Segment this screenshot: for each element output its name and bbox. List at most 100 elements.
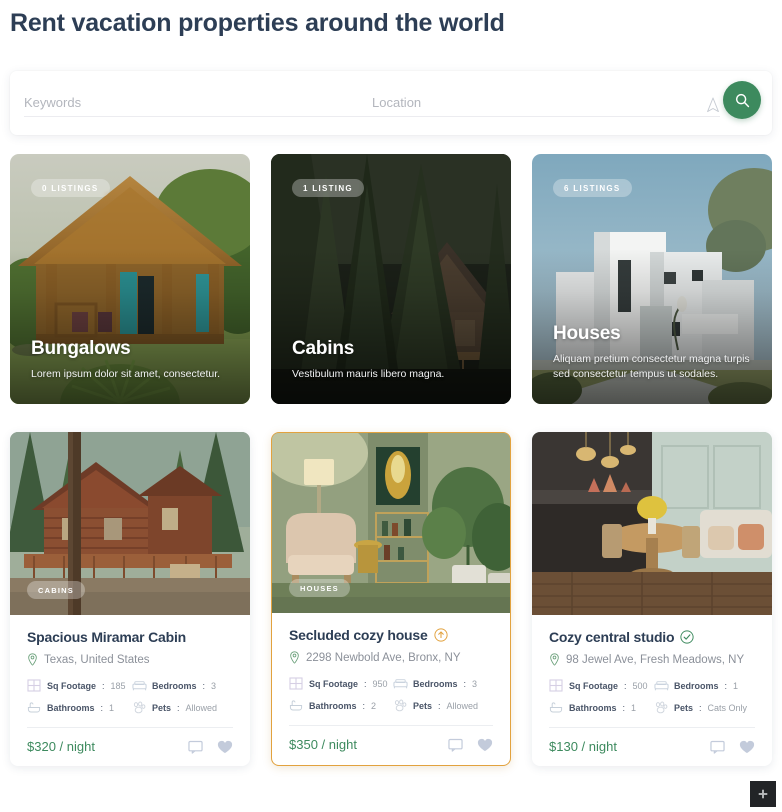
- listing-image[interactable]: [532, 432, 772, 615]
- listing-address-row: Texas, United States: [27, 653, 233, 666]
- location-field[interactable]: [372, 91, 720, 117]
- paw-icon: [654, 701, 668, 714]
- listing-image[interactable]: CABINS: [10, 432, 250, 615]
- feature-bedrooms: Bedrooms: 1: [654, 679, 755, 692]
- keywords-field[interactable]: [24, 91, 372, 117]
- search-input-keywords[interactable]: [24, 91, 372, 113]
- bed-icon: [132, 679, 147, 692]
- category-text-block: Bungalows Lorem ipsum dolor sit amet, co…: [31, 338, 234, 382]
- listing-footer: $320 / night: [27, 727, 233, 754]
- feature-value: 1: [733, 680, 739, 691]
- listing-address-row: 98 Jewel Ave, Fresh Meadows, NY: [549, 653, 755, 666]
- search-button[interactable]: [723, 81, 761, 119]
- featured-arrow-icon: [433, 628, 448, 642]
- feature-value: 3: [211, 680, 217, 691]
- listing-features: Sq Footage: 185 Bedrooms: 3 Bathrooms: …: [27, 679, 233, 714]
- feature-label: Pets: [674, 702, 694, 713]
- feature-label: Sq Footage: [47, 680, 96, 691]
- listing-body: Secluded cozy house 2298 Newbold Ave, Br…: [272, 613, 510, 764]
- feature-label: Bathrooms: [309, 700, 357, 711]
- chat-bubble-icon[interactable]: [188, 740, 203, 754]
- listing-price: $350 / night: [289, 737, 357, 752]
- feature-value: 185: [110, 680, 126, 691]
- feature-pets: Pets: Allowed: [132, 701, 233, 714]
- category-listing-count: 6 LISTINGS: [553, 179, 632, 197]
- bed-icon: [393, 677, 408, 690]
- listing-actions: [448, 738, 493, 752]
- listing-title: Cozy central studio: [549, 629, 675, 645]
- feature-value: Cats Only: [707, 702, 748, 713]
- listing-image[interactable]: HOUSES: [272, 433, 510, 613]
- category-description: Vestibulum mauris libero magna.: [292, 367, 445, 380]
- listing-title-row: Cozy central studio: [549, 629, 755, 645]
- feature-value: 500: [632, 680, 648, 691]
- feature-pets: Pets: Cats Only: [654, 701, 755, 714]
- listing-card-featured[interactable]: HOUSES Secluded cozy house 2298 Newbold …: [271, 432, 511, 766]
- feature-bathrooms: Bathrooms: 1: [549, 701, 650, 714]
- listing-category-badge: HOUSES: [289, 579, 350, 597]
- map-pin-icon: [27, 653, 38, 666]
- paw-icon: [132, 701, 146, 714]
- feature-sq-footage: Sq Footage: 185: [27, 679, 128, 692]
- chat-bubble-icon[interactable]: [448, 738, 463, 752]
- listing-card[interactable]: CABINS Spacious Miramar Cabin Texas, Uni…: [10, 432, 250, 766]
- chat-bubble-icon[interactable]: [710, 740, 725, 754]
- navigation-arrow-icon[interactable]: [706, 97, 720, 113]
- feature-bathrooms: Bathrooms: 1: [27, 701, 128, 714]
- category-description: Lorem ipsum dolor sit amet, consectetur.: [31, 367, 221, 380]
- category-text-block: Houses Aliquam pretium consectetur magna…: [553, 323, 756, 382]
- search-panel: [10, 71, 772, 135]
- feature-bedrooms: Bedrooms: 3: [132, 679, 233, 692]
- listing-features: Sq Footage: 950 Bedrooms: 3 Bathrooms: …: [289, 677, 493, 712]
- map-pin-icon: [289, 651, 300, 664]
- listing-address: 98 Jewel Ave, Fresh Meadows, NY: [566, 653, 745, 666]
- category-listing-count: 1 LISTING: [292, 179, 364, 197]
- favorite-heart-icon[interactable]: [477, 738, 493, 752]
- listing-price: $130 / night: [549, 739, 617, 754]
- listing-address: 2298 Newbold Ave, Bronx, NY: [306, 651, 461, 664]
- feature-sq-footage: Sq Footage: 950: [289, 677, 389, 690]
- listing-title-row: Spacious Miramar Cabin: [27, 629, 233, 645]
- listing-price: $320 / night: [27, 739, 95, 754]
- listing-card[interactable]: Cozy central studio 98 Jewel Ave, Fresh …: [532, 432, 772, 766]
- feature-value: 2: [371, 700, 377, 711]
- listing-title: Spacious Miramar Cabin: [27, 629, 186, 645]
- category-description: Aliquam pretium consectetur magna turpis…: [553, 352, 750, 380]
- feature-label: Bedrooms: [152, 680, 197, 691]
- feature-pets: Pets: Allowed: [393, 699, 493, 712]
- floorplan-icon: [27, 679, 41, 692]
- search-input-location[interactable]: [372, 91, 720, 113]
- category-text-block: Cabins Vestibulum mauris libero magna.: [292, 338, 495, 382]
- feature-bathrooms: Bathrooms: 2: [289, 699, 389, 712]
- category-listing-count: 0 LISTINGS: [31, 179, 110, 197]
- feature-label: Bathrooms: [569, 702, 617, 713]
- listing-category-badge: CABINS: [27, 581, 85, 599]
- bathtub-icon: [549, 701, 563, 714]
- feature-label: Pets: [152, 702, 172, 713]
- listing-footer: $350 / night: [289, 725, 493, 752]
- listing-body: Cozy central studio 98 Jewel Ave, Fresh …: [532, 615, 772, 766]
- listing-actions: [710, 740, 755, 754]
- feature-value: 3: [472, 678, 478, 689]
- feature-label: Bedrooms: [674, 680, 719, 691]
- category-name: Houses: [553, 322, 621, 344]
- feature-value: Allowed: [446, 700, 479, 711]
- feature-value: 1: [631, 702, 637, 713]
- category-card-bungalows[interactable]: 0 LISTINGS Bungalows Lorem ipsum dolor s…: [10, 154, 250, 404]
- bathtub-icon: [289, 699, 303, 712]
- listing-features: Sq Footage: 500 Bedrooms: 1 Bathrooms: …: [549, 679, 755, 714]
- category-name: Bungalows: [31, 337, 131, 359]
- feature-label: Pets: [413, 700, 433, 711]
- category-card-row: 0 LISTINGS Bungalows Lorem ipsum dolor s…: [10, 154, 772, 404]
- category-name: Cabins: [292, 337, 355, 359]
- favorite-heart-icon[interactable]: [217, 740, 233, 754]
- category-card-houses[interactable]: 6 LISTINGS Houses Aliquam pretium consec…: [532, 154, 772, 404]
- listing-actions: [188, 740, 233, 754]
- listing-card-row: CABINS Spacious Miramar Cabin Texas, Uni…: [10, 432, 772, 766]
- category-card-cabins[interactable]: 1 LISTING Cabins Vestibulum mauris liber…: [271, 154, 511, 404]
- listing-address: Texas, United States: [44, 653, 150, 666]
- add-floating-button[interactable]: [750, 781, 776, 807]
- bathtub-icon: [27, 701, 41, 714]
- favorite-heart-icon[interactable]: [739, 740, 755, 754]
- listing-title-row: Secluded cozy house: [289, 627, 493, 643]
